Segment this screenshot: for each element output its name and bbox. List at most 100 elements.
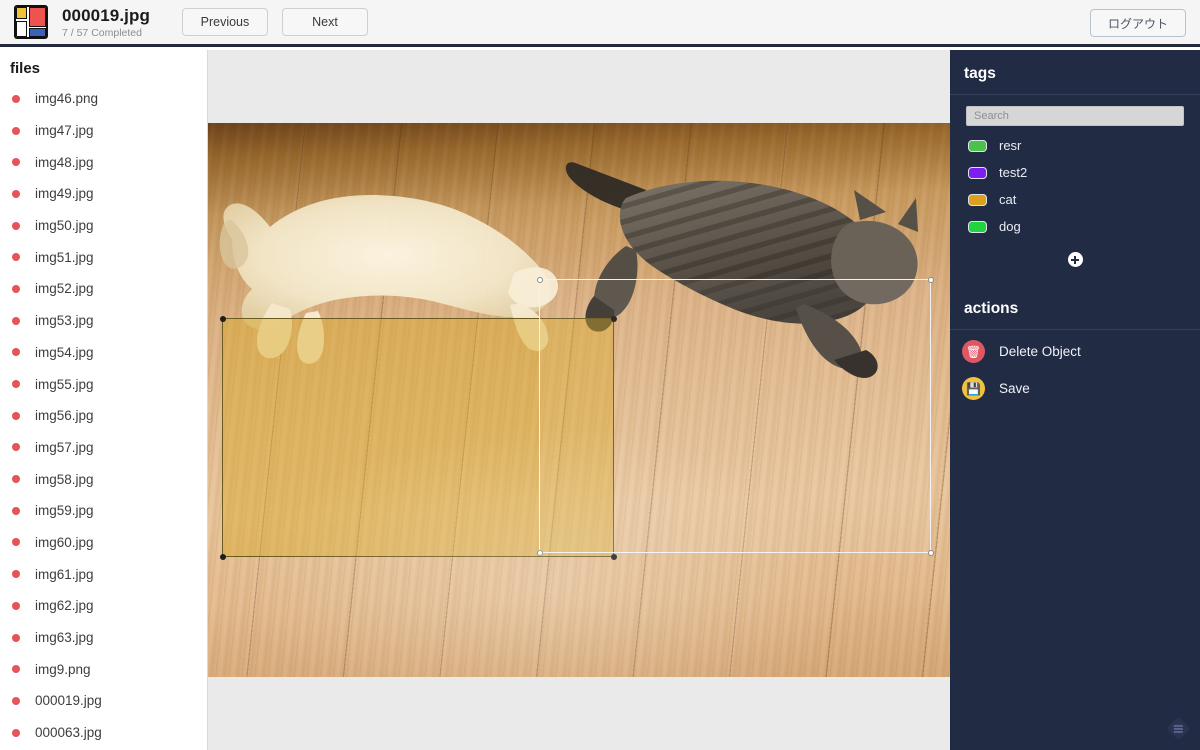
status-dot-icon — [12, 253, 20, 261]
file-name-label: img62.jpg — [35, 598, 94, 613]
file-name-label: img51.jpg — [35, 250, 94, 265]
status-dot-icon — [12, 538, 20, 546]
add-tag-button[interactable] — [950, 252, 1200, 267]
image-canvas[interactable] — [208, 50, 950, 750]
handle-top-left[interactable] — [537, 277, 543, 283]
file-name-label: img60.jpg — [35, 535, 94, 550]
list-item[interactable]: img47.jpg — [0, 115, 207, 147]
list-item[interactable]: img59.jpg — [0, 495, 207, 527]
tag-item[interactable]: dog — [950, 213, 1200, 240]
tag-search-input[interactable] — [966, 106, 1184, 126]
status-dot-icon — [12, 317, 20, 325]
mondrian-logo-icon — [14, 5, 48, 39]
status-dot-icon — [12, 602, 20, 610]
tag-item[interactable]: resr — [950, 132, 1200, 159]
list-item[interactable]: img61.jpg — [0, 558, 207, 590]
handle-top-left[interactable] — [220, 316, 226, 322]
list-item[interactable]: img50.jpg — [0, 210, 207, 242]
files-sidebar[interactable]: files img46.png img47.jpg img48.jpg img49.j… — [0, 50, 208, 750]
status-dot-icon — [12, 222, 20, 230]
file-name-label: img58.jpg — [35, 472, 94, 487]
action-item[interactable]: 🗑 Delete Object — [950, 336, 1200, 367]
list-item[interactable]: img62.jpg — [0, 590, 207, 622]
tag-label: test2 — [999, 165, 1027, 180]
status-dot-icon — [12, 475, 20, 483]
bounding-box-cat-selected[interactable] — [539, 279, 931, 553]
document-title-block: 000019.jpg 7 / 57 Completed — [62, 6, 150, 39]
handle-bottom-left[interactable] — [537, 550, 543, 556]
list-item[interactable]: img52.jpg — [0, 273, 207, 305]
file-name-label: img61.jpg — [35, 567, 94, 582]
list-item[interactable]: img46.png — [0, 83, 207, 115]
file-name-label: img48.jpg — [35, 155, 94, 170]
list-item[interactable]: img57.jpg — [0, 432, 207, 464]
file-name-label: img46.png — [35, 91, 98, 106]
annotated-photo — [208, 123, 950, 677]
status-dot-icon — [12, 729, 20, 737]
list-item[interactable]: img51.jpg — [0, 241, 207, 273]
list-item[interactable]: img53.jpg — [0, 305, 207, 337]
tag-color-swatch — [968, 194, 987, 206]
list-item[interactable]: img58.jpg — [0, 463, 207, 495]
tags-heading: tags — [950, 50, 1200, 95]
status-dot-icon — [12, 158, 20, 166]
file-name-label: img9.png — [35, 662, 91, 677]
tag-item[interactable]: test2 — [950, 159, 1200, 186]
tag-color-swatch — [968, 221, 987, 233]
handle-bottom-right[interactable] — [611, 554, 617, 560]
file-name-label: img63.jpg — [35, 630, 94, 645]
handle-bottom-right[interactable] — [928, 550, 934, 556]
next-button[interactable]: Next — [282, 8, 368, 36]
status-dot-icon — [12, 127, 20, 135]
previous-button[interactable]: Previous — [182, 8, 268, 36]
list-item[interactable]: img9.png — [0, 653, 207, 685]
action-label: Save — [999, 381, 1030, 396]
handle-bottom-left[interactable] — [220, 554, 226, 560]
status-dot-icon — [12, 570, 20, 578]
resize-grip-icon[interactable] — [1166, 716, 1190, 740]
file-name-label: img53.jpg — [35, 313, 94, 328]
status-dot-icon — [12, 285, 20, 293]
list-item[interactable]: img49.jpg — [0, 178, 207, 210]
status-dot-icon — [12, 634, 20, 642]
plus-circle-icon — [1068, 252, 1083, 267]
status-dot-icon — [12, 348, 20, 356]
list-item[interactable]: img60.jpg — [0, 527, 207, 559]
handle-top-right[interactable] — [928, 277, 934, 283]
file-name-label: img57.jpg — [35, 440, 94, 455]
progress-label: 7 / 57 Completed — [62, 27, 150, 39]
file-name-label: img55.jpg — [35, 377, 94, 392]
file-name-label: img54.jpg — [35, 345, 94, 360]
list-item[interactable]: img54.jpg — [0, 337, 207, 369]
list-item[interactable]: 000063.jpg — [0, 717, 207, 749]
status-dot-icon — [12, 380, 20, 388]
list-item[interactable]: img63.jpg — [0, 622, 207, 654]
file-name-label: img56.jpg — [35, 408, 94, 423]
tag-item[interactable]: cat — [950, 186, 1200, 213]
right-panel: tags resr test2 cat dog actions 🗑 Delete Obj… — [950, 50, 1200, 750]
files-heading: files — [0, 50, 207, 83]
file-list: img46.pngimg47.jpgimg48.jpgimg49.jpgimg5… — [0, 83, 207, 748]
list-item[interactable]: img55.jpg — [0, 368, 207, 400]
list-item[interactable]: img56.jpg — [0, 400, 207, 432]
actions-heading: actions — [950, 285, 1200, 330]
annotation-tool-app: 000019.jpg 7 / 57 Completed Previous Nex… — [0, 0, 1200, 750]
list-item[interactable]: img48.jpg — [0, 146, 207, 178]
tag-color-swatch — [968, 167, 987, 179]
app-header: 000019.jpg 7 / 57 Completed Previous Nex… — [0, 0, 1200, 47]
status-dot-icon — [12, 412, 20, 420]
tag-label: dog — [999, 219, 1021, 234]
status-dot-icon — [12, 190, 20, 198]
action-item[interactable]: 💾Save — [950, 373, 1200, 404]
status-dot-icon — [12, 443, 20, 451]
page-title: 000019.jpg — [62, 6, 150, 25]
logout-button[interactable]: ログアウト — [1090, 9, 1186, 37]
file-name-label: 000063.jpg — [35, 725, 102, 740]
status-dot-icon — [12, 665, 20, 673]
file-name-label: img59.jpg — [35, 503, 94, 518]
tag-color-swatch — [968, 140, 987, 152]
action-label: Delete Object — [999, 344, 1081, 359]
list-item[interactable]: 000019.jpg — [0, 685, 207, 717]
file-name-label: img52.jpg — [35, 281, 94, 296]
trash-icon: 🗑 — [962, 340, 985, 363]
